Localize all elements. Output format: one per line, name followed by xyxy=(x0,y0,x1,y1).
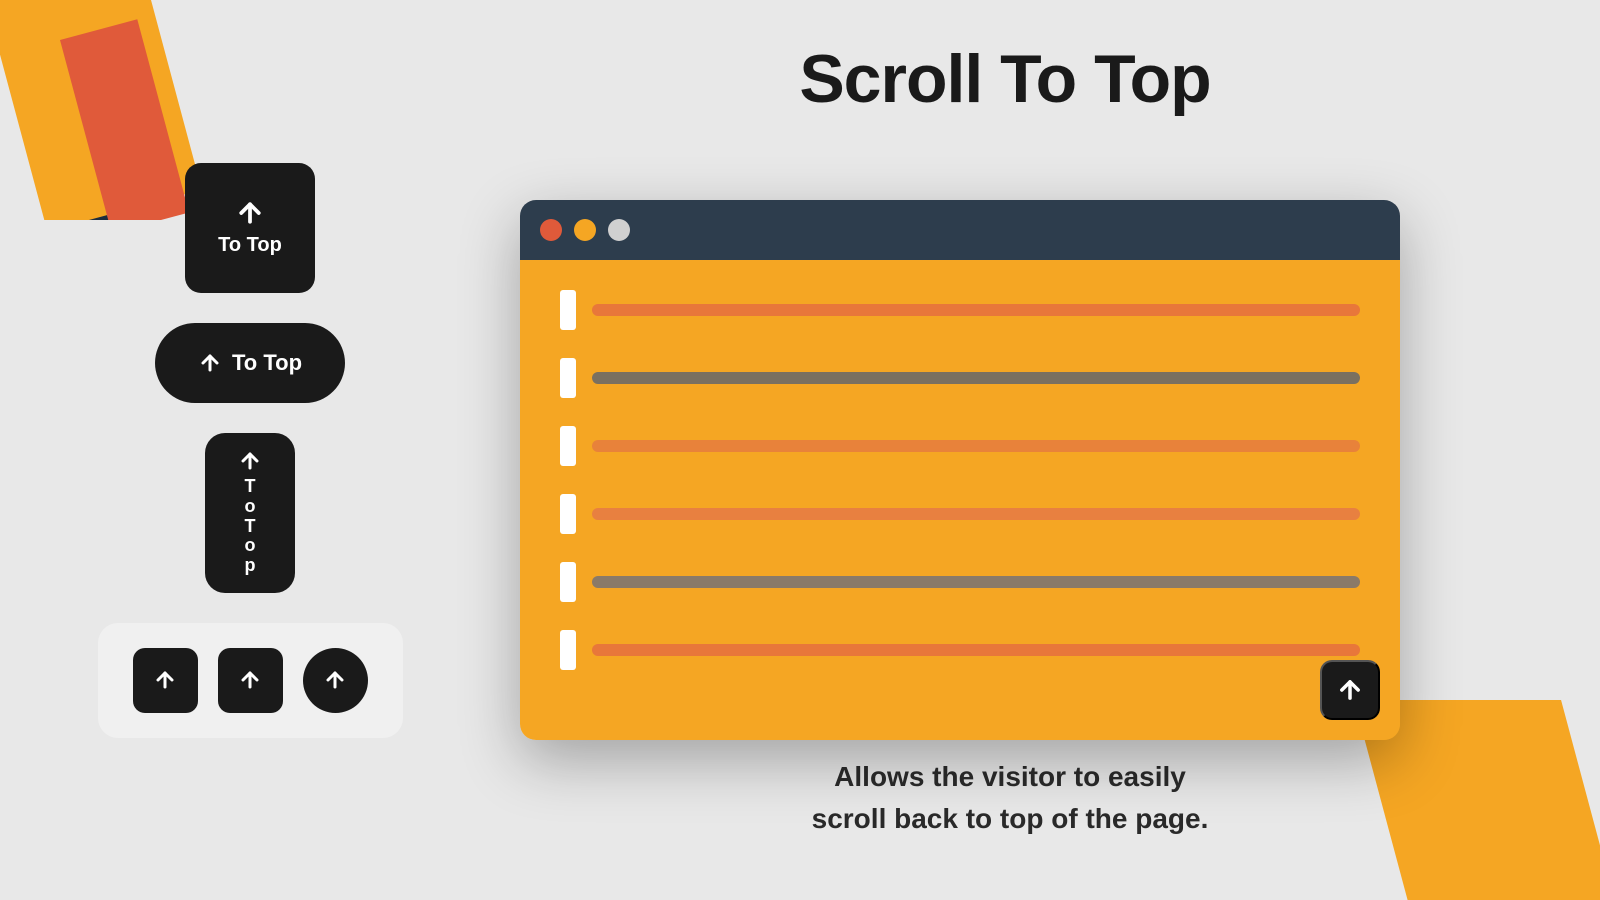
browser-titlebar xyxy=(520,200,1400,260)
arrow-up-icon-pill xyxy=(198,351,222,375)
browser-dot-white xyxy=(608,219,630,241)
icon-group-container xyxy=(98,623,403,738)
arrow-up-icon-browser xyxy=(1336,676,1364,704)
browser-content xyxy=(520,260,1400,740)
browser-dot-red xyxy=(540,219,562,241)
content-row xyxy=(560,290,1360,330)
content-bullet xyxy=(560,494,576,534)
content-bullet xyxy=(560,358,576,398)
right-panel xyxy=(500,0,1600,900)
content-row xyxy=(560,562,1360,602)
scroll-top-icon-button-3[interactable] xyxy=(303,648,368,713)
scroll-top-icon-button-2[interactable] xyxy=(218,648,283,713)
scroll-top-square-button[interactable]: To Top xyxy=(185,163,315,293)
content-line xyxy=(592,576,1360,588)
scroll-top-browser-button[interactable] xyxy=(1320,660,1380,720)
content-bullet xyxy=(560,630,576,670)
content-row xyxy=(560,630,1360,670)
content-row xyxy=(560,358,1360,398)
pill-button-label: To Top xyxy=(232,350,302,376)
content-line xyxy=(592,644,1360,656)
arrow-icon-3 xyxy=(323,668,347,692)
browser-dot-orange xyxy=(574,219,596,241)
arrow-up-icon xyxy=(235,198,265,228)
left-panel: To Top To Top ToTop xyxy=(0,0,500,900)
square-button-label: To Top xyxy=(218,234,282,257)
content-row xyxy=(560,494,1360,534)
content-line xyxy=(592,508,1360,520)
content-line xyxy=(592,372,1360,384)
scroll-top-tall-button[interactable]: ToTop xyxy=(205,433,295,593)
arrow-icon-2 xyxy=(238,668,262,692)
content-line xyxy=(592,440,1360,452)
scroll-top-pill-button[interactable]: To Top xyxy=(155,323,345,403)
content-row xyxy=(560,426,1360,466)
tall-button-label: ToTop xyxy=(245,477,256,576)
main-content: To Top To Top ToTop xyxy=(0,0,1600,900)
content-bullet xyxy=(560,290,576,330)
content-bullet xyxy=(560,426,576,466)
content-bullet xyxy=(560,562,576,602)
content-line xyxy=(592,304,1360,316)
arrow-icon-1 xyxy=(153,668,177,692)
arrow-up-icon-tall xyxy=(238,449,262,473)
browser-mockup xyxy=(520,200,1400,740)
scroll-top-icon-button-1[interactable] xyxy=(133,648,198,713)
